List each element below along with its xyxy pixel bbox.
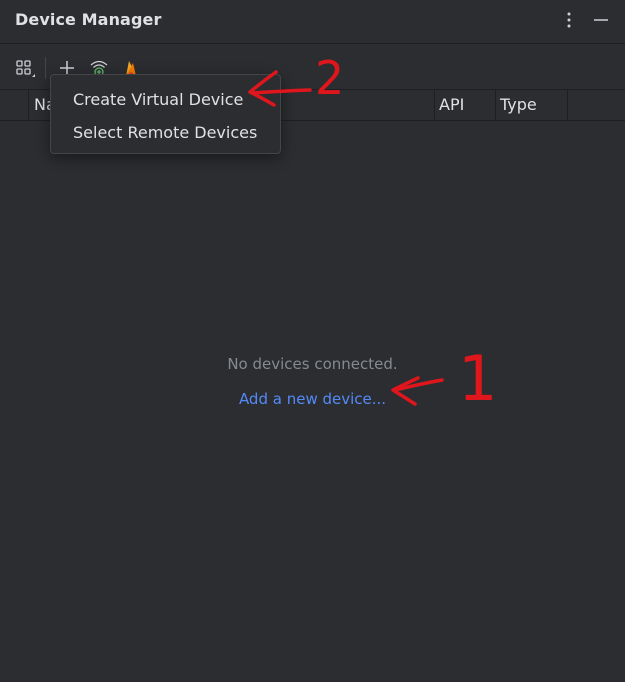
add-new-device-link[interactable]: Add a new device... bbox=[239, 390, 386, 408]
title-actions bbox=[559, 8, 611, 32]
panel-title: Device Manager bbox=[15, 10, 162, 29]
toolbar-separator bbox=[45, 57, 46, 79]
title-bar: Device Manager bbox=[0, 0, 625, 44]
empty-state-link-row: Add a new device... bbox=[0, 390, 625, 408]
menu-item-create-virtual-device[interactable]: Create Virtual Device bbox=[51, 83, 280, 116]
column-header-type[interactable]: Type bbox=[495, 90, 567, 120]
empty-state-message: No devices connected. bbox=[227, 355, 398, 373]
menu-item-select-remote-devices[interactable]: Select Remote Devices bbox=[51, 116, 280, 149]
column-header-api[interactable]: API bbox=[434, 90, 495, 120]
vertical-ellipsis-icon[interactable] bbox=[559, 8, 579, 32]
group-layout-icon[interactable] bbox=[14, 57, 36, 79]
minimize-icon[interactable] bbox=[591, 8, 611, 32]
add-device-popup-menu: Create Virtual Device Select Remote Devi… bbox=[50, 74, 281, 154]
column-separator bbox=[567, 90, 568, 120]
device-manager-panel: Device Manager Na API Type No devices co… bbox=[0, 0, 625, 682]
